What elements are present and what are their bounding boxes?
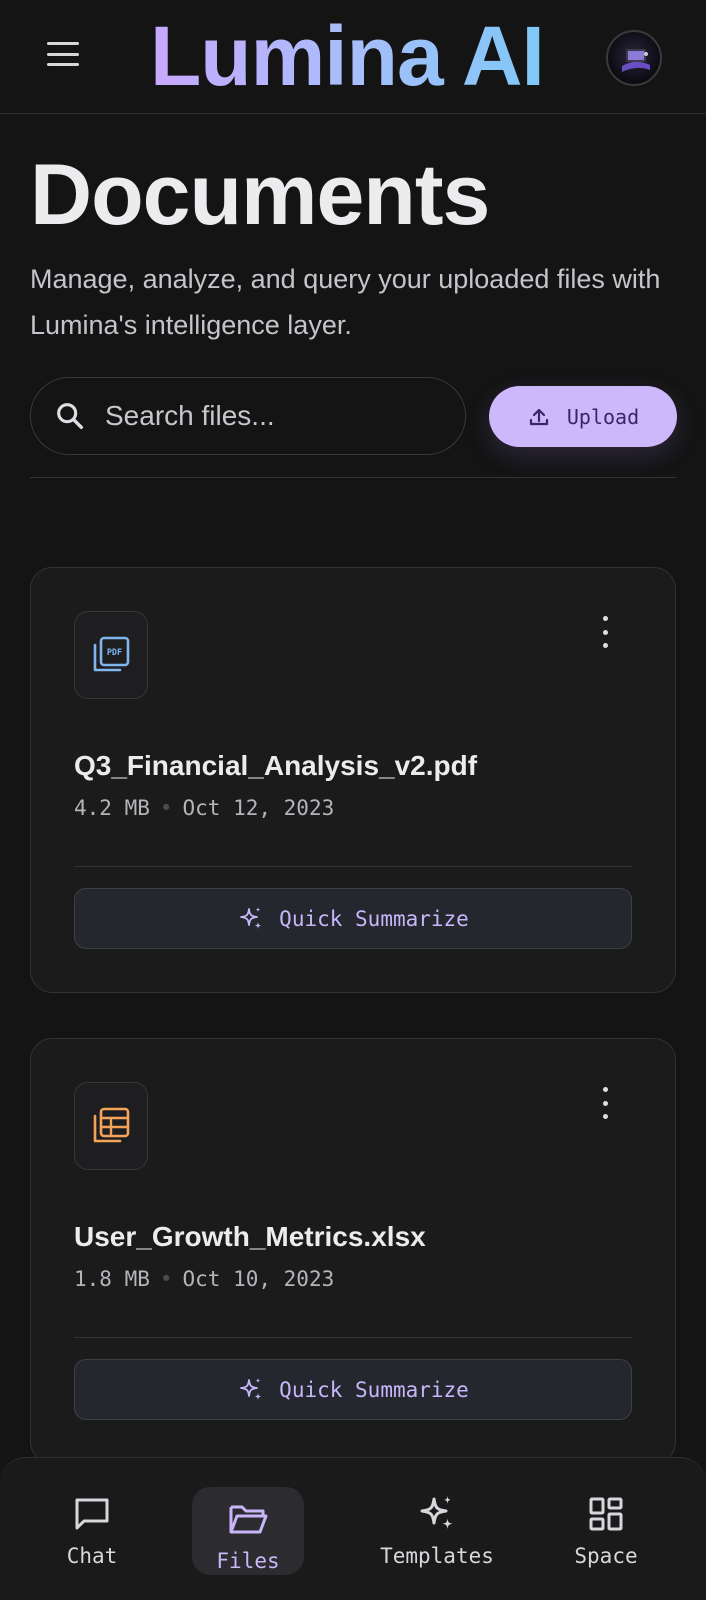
- page-title: Documents: [30, 147, 490, 243]
- card-divider: [74, 1337, 632, 1338]
- nav-label: Files: [216, 1549, 280, 1573]
- more-options-icon[interactable]: [597, 1087, 613, 1119]
- chat-icon: [75, 1498, 109, 1530]
- upload-label: Upload: [566, 404, 640, 429]
- nav-item-files[interactable]: Files: [192, 1487, 304, 1575]
- sparkles-icon: [420, 1496, 453, 1529]
- nav-label: Chat: [66, 1544, 118, 1568]
- file-size: 1.8 MB: [74, 1267, 150, 1291]
- sparkles-icon: [240, 1377, 262, 1400]
- quick-summarize-button[interactable]: Quick Summarize: [74, 888, 632, 949]
- avatar[interactable]: [606, 30, 662, 86]
- svg-text:PDF: PDF: [107, 648, 122, 658]
- file-name: User_Growth_Metrics.xlsx: [74, 1221, 426, 1252]
- file-date: Oct 10, 2023: [182, 1267, 335, 1291]
- bottom-navigation: Chat Files Templates Space: [0, 1457, 706, 1600]
- file-card[interactable]: User_Growth_Metrics.xlsx 1.8 MB • Oct 10, …: [30, 1038, 676, 1464]
- file-name: Q3_Financial_Analysis_v2.pdf: [74, 750, 478, 781]
- file-size: 4.2 MB: [74, 796, 150, 820]
- file-date: Oct 12, 2023: [182, 796, 335, 820]
- avatar-image: [622, 49, 650, 72]
- upload-icon: [529, 408, 548, 425]
- divider: [30, 477, 676, 478]
- pdf-icon: PDF: [74, 611, 148, 699]
- nav-label: Space: [574, 1544, 638, 1568]
- search-input[interactable]: [105, 400, 435, 432]
- search-bar[interactable]: [30, 377, 466, 455]
- sparkles-icon: [240, 906, 262, 929]
- grid-icon: [589, 1497, 623, 1531]
- more-options-icon[interactable]: [597, 616, 613, 648]
- menu-icon[interactable]: [45, 40, 81, 68]
- upload-button[interactable]: Upload: [489, 386, 677, 447]
- file-meta: 1.8 MB • Oct 10, 2023: [74, 1267, 335, 1291]
- file-card[interactable]: PDF Q3_Financial_Analysis_v2.pdf 4.2 MB •…: [30, 567, 676, 993]
- nav-item-templates[interactable]: Templates: [372, 1488, 502, 1574]
- page-subtitle: Manage, analyze, and query your uploaded…: [30, 264, 661, 340]
- table-icon: [74, 1082, 148, 1170]
- card-divider: [74, 866, 632, 867]
- folder-icon: [229, 1505, 268, 1534]
- quick-summarize-button[interactable]: Quick Summarize: [74, 1359, 632, 1420]
- nav-item-chat[interactable]: Chat: [54, 1488, 130, 1574]
- quick-summarize-label: Quick Summarize: [279, 906, 469, 931]
- file-meta: 4.2 MB • Oct 12, 2023: [74, 796, 335, 820]
- app-title: Lumina AI: [150, 6, 545, 106]
- quick-summarize-label: Quick Summarize: [279, 1377, 469, 1402]
- top-app-bar: Lumina AI: [0, 0, 706, 114]
- nav-label: Templates: [380, 1544, 494, 1568]
- nav-item-space[interactable]: Space: [566, 1488, 646, 1574]
- search-icon: [57, 403, 84, 430]
